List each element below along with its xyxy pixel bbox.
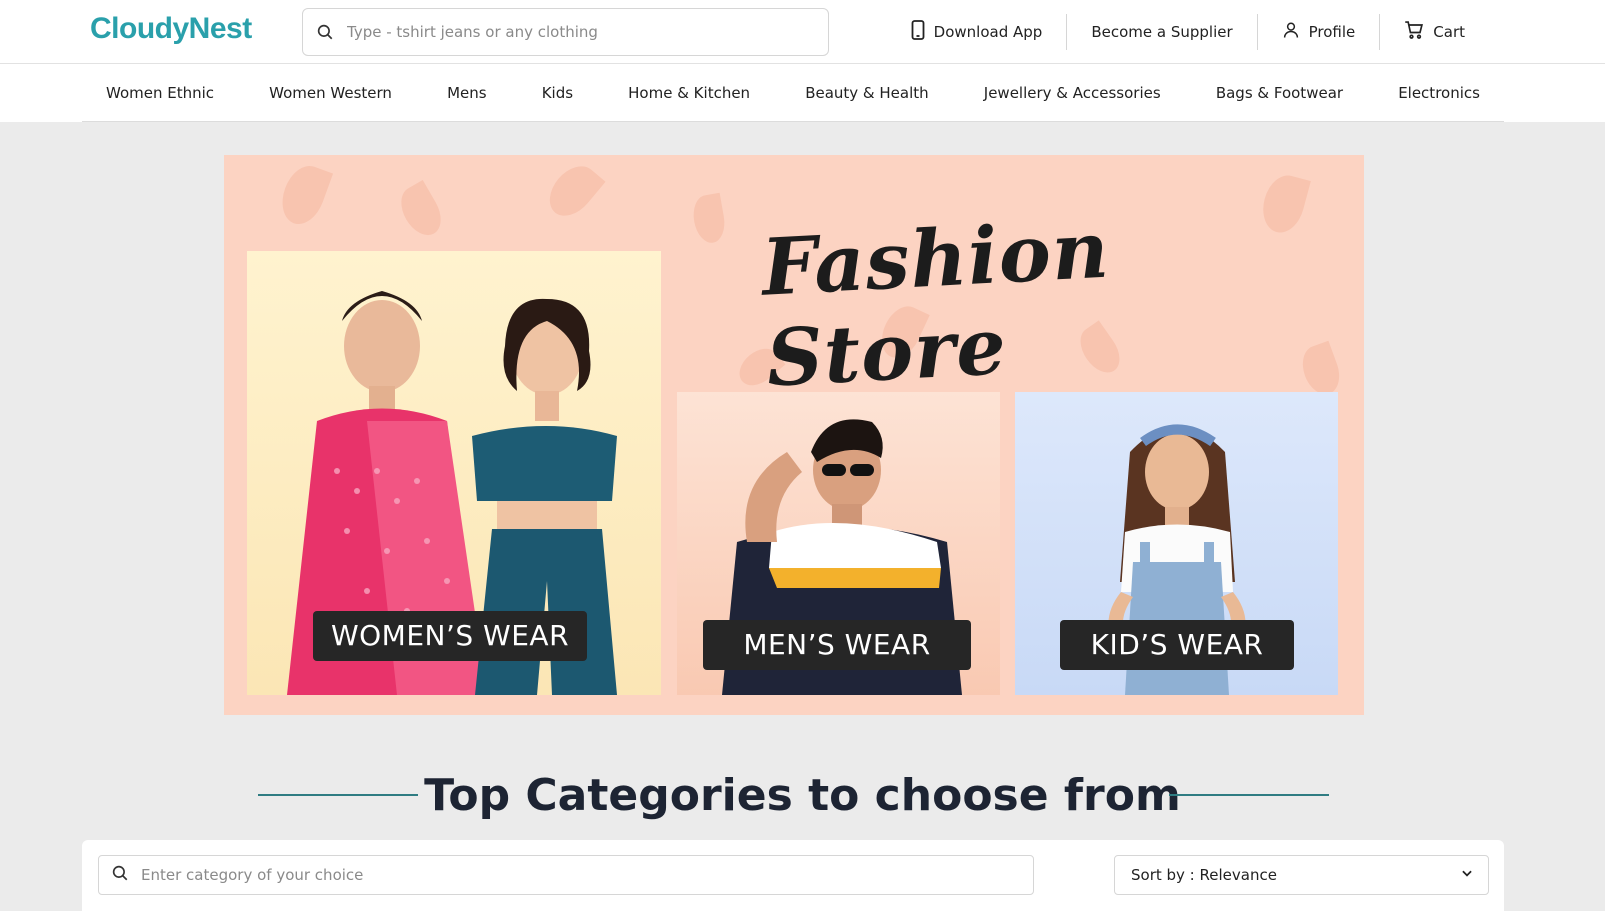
nav-item-bags-footwear[interactable]: Bags & Footwear (1216, 84, 1343, 102)
nav-item-women-western[interactable]: Women Western (269, 84, 392, 102)
mens-wear-panel[interactable]: MEN’S WEAR (677, 392, 1000, 695)
header-links: Download App Become a Supplier Profile C… (887, 14, 1465, 50)
become-supplier-label: Become a Supplier (1091, 23, 1233, 41)
nav-item-jewellery-accessories[interactable]: Jewellery & Accessories (984, 84, 1161, 102)
top-header: CloudyNest Download App Become a Supplie… (0, 0, 1605, 64)
womens-wear-label: WOMEN’S WEAR (313, 611, 587, 661)
section-divider-right (1169, 794, 1329, 796)
search-icon (315, 22, 335, 42)
nav-item-electronics[interactable]: Electronics (1398, 84, 1480, 102)
cart-label: Cart (1433, 23, 1465, 41)
global-search-input[interactable] (347, 23, 828, 41)
become-supplier-link[interactable]: Become a Supplier (1067, 14, 1258, 50)
search-icon (111, 864, 129, 886)
fashion-store-banner[interactable]: Fashion Store WOMEN’S WEAR MEN’S WEAR KI… (224, 155, 1364, 715)
sort-dropdown[interactable]: Sort by : Relevance (1114, 855, 1489, 895)
banner-title: Fashion Store (759, 204, 1112, 405)
category-filter-bar: Sort by : Relevance (82, 840, 1504, 911)
profile-label: Profile (1308, 23, 1356, 41)
download-app-label: Download App (933, 23, 1043, 41)
mens-wear-label: MEN’S WEAR (703, 620, 971, 670)
user-icon (1282, 21, 1309, 43)
nav-item-mens[interactable]: Mens (447, 84, 487, 102)
profile-link[interactable]: Profile (1258, 14, 1381, 50)
category-search-input[interactable] (141, 866, 1033, 884)
nav-item-kids[interactable]: Kids (542, 84, 573, 102)
sort-label: Sort by : Relevance (1131, 866, 1277, 884)
kids-wear-panel[interactable]: KID’S WEAR (1015, 392, 1338, 695)
nav-item-beauty-health[interactable]: Beauty & Health (805, 84, 928, 102)
mobile-phone-icon (911, 20, 934, 44)
download-app-link[interactable]: Download App (887, 14, 1068, 50)
section-title: Top Categories to choose from (424, 770, 1181, 821)
nav-item-home-kitchen[interactable]: Home & Kitchen (628, 84, 750, 102)
decorative-petal (393, 179, 449, 243)
decorative-petal (274, 159, 334, 231)
category-search[interactable] (98, 855, 1034, 895)
nav-item-women-ethnic[interactable]: Women Ethnic (106, 84, 214, 102)
decorative-petal (540, 157, 606, 225)
chevron-down-icon (1460, 866, 1474, 884)
decorative-petal (690, 192, 728, 246)
brand-logo[interactable]: CloudyNest (90, 12, 252, 46)
cart-link[interactable]: Cart (1380, 14, 1465, 50)
womens-wear-panel[interactable]: WOMEN’S WEAR (247, 251, 661, 695)
cart-icon (1404, 20, 1433, 44)
kids-wear-label: KID’S WEAR (1060, 620, 1294, 670)
global-search[interactable] (302, 8, 829, 56)
category-nav: Women Ethnic Women Western Mens Kids Hom… (82, 64, 1504, 122)
